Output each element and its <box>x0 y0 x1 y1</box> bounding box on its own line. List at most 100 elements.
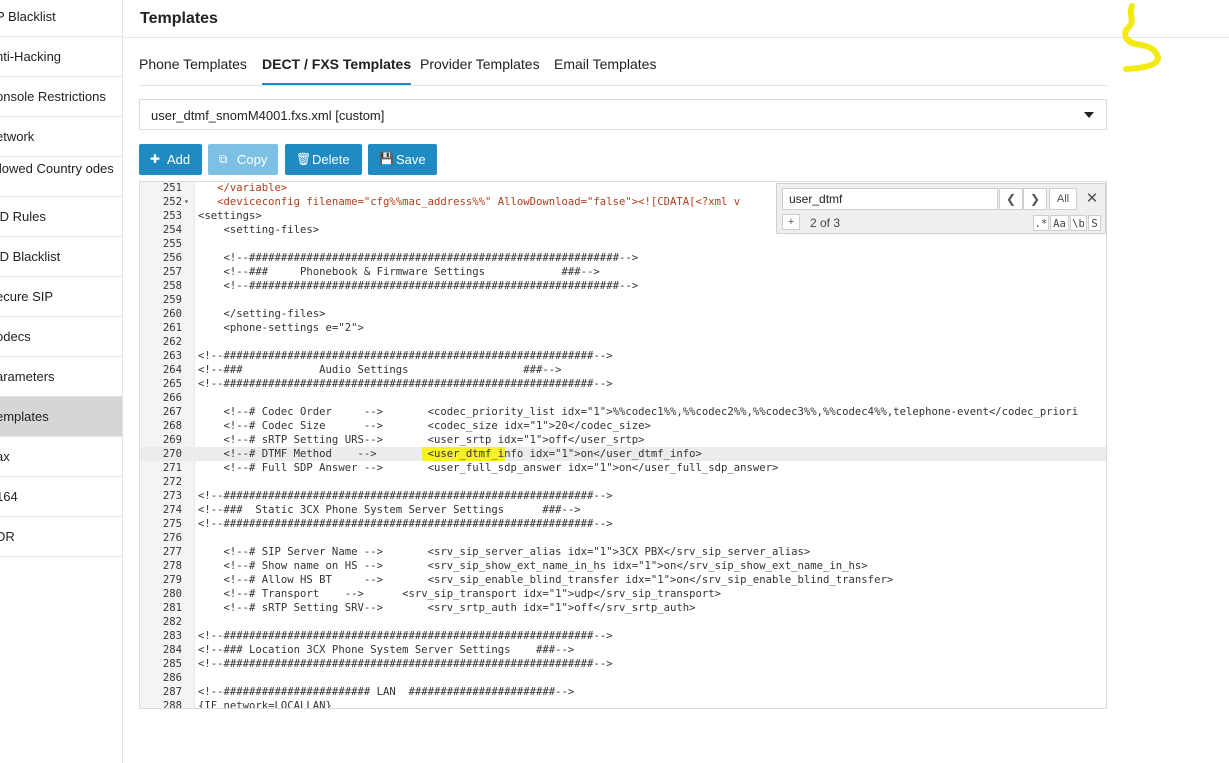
template-select-value: user_dtmf_snomM4001.fxs.xml [custom] <box>151 108 385 123</box>
tab-provider-templates[interactable]: Provider Templates <box>420 56 540 84</box>
sidebar-item-codecs[interactable]: odecs <box>0 317 122 357</box>
fold-caret-icon[interactable]: ▾ <box>184 195 189 209</box>
sidebar-item-label: emplates <box>0 409 49 424</box>
line-number: 288 <box>162 700 182 709</box>
tab-dect-fxs-templates[interactable]: DECT / FXS Templates <box>262 56 412 85</box>
chevron-right-icon[interactable]: ❯ <box>1023 188 1047 210</box>
line-number: 262 <box>162 336 182 348</box>
code-text: <!--# SIP Server Name --> <srv_sip_serve… <box>198 546 811 558</box>
sidebar-item-network[interactable]: etwork <box>0 117 122 157</box>
tab-email-templates[interactable]: Email Templates <box>554 56 656 84</box>
sidebar-item-label: arameters <box>0 369 55 384</box>
code-text: <!--### Audio Settings ###--> <box>198 364 562 376</box>
add-button-label: Add <box>167 152 191 167</box>
sidebar-item-cdr[interactable]: DR <box>0 517 122 557</box>
code-line: 267 <!--# Codec Order --> <codec_priorit… <box>140 405 1106 419</box>
line-number: 266 <box>162 392 182 404</box>
code-editor[interactable]: 251 </variable> 252 ▾ <deviceconfig filena… <box>139 181 1107 709</box>
sidebar-item-cid-rules[interactable]: ID Rules <box>0 197 122 237</box>
sidebar-item-label: ax <box>0 449 10 464</box>
code-text: <setting-files> <box>198 224 320 236</box>
copy-button[interactable]: ⧉ Copy <box>208 144 278 175</box>
line-number: 253 <box>162 210 182 222</box>
line-number: 261 <box>162 322 182 334</box>
code-line: 275 <!--#################################… <box>140 517 1106 531</box>
code-line: 282 <box>140 615 1106 629</box>
trash-icon: 🗑 <box>296 152 312 166</box>
tab-phone-templates[interactable]: Phone Templates <box>139 56 247 84</box>
line-number: 272 <box>162 476 182 488</box>
chevron-left-icon[interactable]: ❮ <box>999 188 1023 210</box>
code-text: <!--####################################… <box>198 490 613 502</box>
line-number: 286 <box>162 672 182 684</box>
code-line: 258 <!--################################… <box>140 279 1106 293</box>
code-line: 276 <box>140 531 1106 545</box>
copy-icon: ⧉ <box>219 152 228 166</box>
line-number: 274 <box>162 504 182 516</box>
copy-button-label: Copy <box>237 152 268 167</box>
line-number: 268 <box>162 420 182 432</box>
code-text: <!--# Codec Size --> <codec_size idx="1"… <box>198 420 651 432</box>
sidebar-item-label: ID Rules <box>0 209 46 224</box>
find-all-button[interactable]: All <box>1049 188 1077 210</box>
search-match-count: 2 of 3 <box>810 216 841 230</box>
line-number: 281 <box>162 602 182 614</box>
line-number: 273 <box>162 490 182 502</box>
code-text: <!--####################################… <box>198 252 639 264</box>
code-text: <!--# DTMF Method --> <user_dtmf_info id… <box>198 448 702 460</box>
template-select[interactable]: user_dtmf_snomM4001.fxs.xml [custom] <box>139 99 1107 130</box>
line-number: 263 <box>162 350 182 362</box>
sidebar-item-parameters[interactable]: arameters <box>0 357 122 397</box>
sidebar-item-label: DR <box>0 529 15 544</box>
close-icon[interactable]: ✕ <box>1083 188 1101 210</box>
sidebar-item-label: llowed Country odes <box>0 161 114 176</box>
sidebar-item-cid-blacklist[interactable]: ID Blacklist <box>0 237 122 277</box>
caret-down-icon <box>1084 112 1094 118</box>
sidebar-item-console-restrictions[interactable]: onsole Restrictions <box>0 77 122 117</box>
sidebar-item-fax[interactable]: ax <box>0 437 122 477</box>
code-line: 255 <box>140 237 1106 251</box>
line-number: 259 <box>162 294 182 306</box>
search-input[interactable] <box>782 188 998 210</box>
line-number: 285 <box>162 658 182 670</box>
sidebar-item-secure-sip[interactable]: ecure SIP <box>0 277 122 317</box>
plus-icon: ✚ <box>150 152 161 166</box>
line-number: 278 <box>162 560 182 572</box>
code-text: <!--####################################… <box>198 350 613 362</box>
code-text: <!--####################################… <box>198 378 613 390</box>
code-line: 283 <!--#################################… <box>140 629 1106 643</box>
delete-button[interactable]: 🗑 Delete <box>285 144 362 175</box>
code-line: 266 <box>140 391 1106 405</box>
save-button[interactable]: 💾 Save <box>368 144 437 175</box>
sidebar-item-anti-hacking[interactable]: nti-Hacking <box>0 37 122 77</box>
sidebar-item-templates[interactable]: emplates <box>0 397 122 437</box>
line-number: 260 <box>162 308 182 320</box>
toggle-replace-button[interactable]: + <box>782 214 800 230</box>
regex-toggle[interactable]: .* <box>1033 215 1049 231</box>
code-line: 274 <!--### Static 3CX Phone System Serve… <box>140 503 1106 517</box>
line-number: 271 <box>162 462 182 474</box>
code-text: <!--# Full SDP Answer --> <user_full_sdp… <box>198 462 779 474</box>
sidebar-item-allowed-country-codes[interactable]: llowed Country odes <box>0 157 122 197</box>
sidebar-item-e164[interactable]: 164 <box>0 477 122 517</box>
line-number: 255 <box>162 238 182 250</box>
code-text: <!--# Allow HS BT --> <srv_sip_enable_bl… <box>198 574 894 586</box>
whole-word-toggle[interactable]: \b <box>1070 215 1087 231</box>
template-tabs: Phone Templates DECT / FXS Templates Pro… <box>139 38 1107 86</box>
line-number: 257 <box>162 266 182 278</box>
code-line: 264 <!--### Audio Settings ###--> <box>140 363 1106 377</box>
code-line: 256 <!--################################… <box>140 251 1106 265</box>
line-number: 280 <box>162 588 182 600</box>
code-text: <!--# sRTP Setting SRV--> <srv_srtp_auth… <box>198 602 696 614</box>
line-number: 258 <box>162 280 182 292</box>
case-sensitive-toggle[interactable]: Aa <box>1050 215 1069 231</box>
search-in-selection-toggle[interactable]: S <box>1088 215 1101 231</box>
sidebar: P Blacklist nti-Hacking onsole Restricti… <box>0 0 123 763</box>
line-number: 287 <box>162 686 182 698</box>
sidebar-item-label: ecure SIP <box>0 289 54 304</box>
code-line: 257 <!--### Phonebook & Firmware Setting… <box>140 265 1106 279</box>
sidebar-item-ip-blacklist[interactable]: P Blacklist <box>0 0 122 37</box>
add-button[interactable]: ✚ Add <box>139 144 202 175</box>
code-text: <!--# Transport --> <srv_sip_transport i… <box>198 588 722 600</box>
code-line: 272 <box>140 475 1106 489</box>
